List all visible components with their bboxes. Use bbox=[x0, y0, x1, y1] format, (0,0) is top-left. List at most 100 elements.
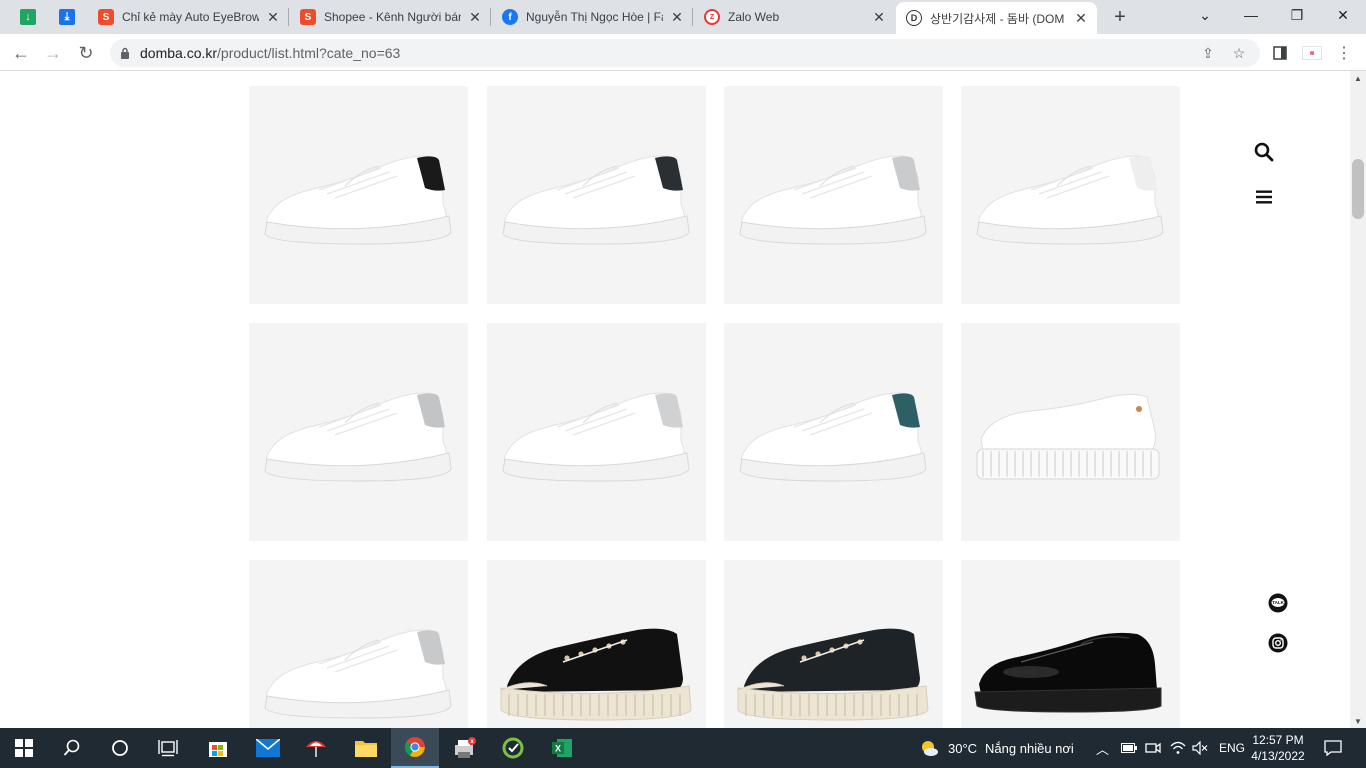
new-tab-button[interactable]: + bbox=[1108, 5, 1132, 29]
notification-center-button[interactable] bbox=[1324, 728, 1342, 768]
address-bar[interactable]: domba.co.kr/product/list.html?cate_no=63… bbox=[110, 39, 1260, 67]
product-card[interactable] bbox=[961, 86, 1180, 304]
tab-0[interactable]: S Chỉ kẻ mày Auto EyeBrow ✕ bbox=[88, 0, 289, 34]
tab-2[interactable]: f Nguyễn Thị Ngọc Hòe | Fa ✕ bbox=[492, 0, 693, 34]
product-image bbox=[264, 392, 452, 482]
tab-title: Zalo Web bbox=[728, 10, 780, 24]
tab-3[interactable]: Z Zalo Web ✕ bbox=[694, 0, 895, 34]
cortana-button[interactable] bbox=[96, 728, 144, 768]
scrollbar-thumb[interactable] bbox=[1352, 159, 1364, 219]
pinned-tab-install[interactable]: ⤓ bbox=[56, 6, 78, 28]
start-button[interactable] bbox=[0, 728, 48, 768]
side-panel-icon[interactable] bbox=[1269, 42, 1291, 64]
tab-title: Chỉ kẻ mày Auto EyeBrow bbox=[122, 10, 259, 24]
arrow-left-icon: ← bbox=[12, 42, 30, 63]
sun-cloud-icon bbox=[922, 741, 938, 756]
printer-app-button[interactable]: x bbox=[440, 728, 488, 768]
volume-muted-icon[interactable] bbox=[1192, 728, 1208, 768]
clock-time: 12:57 PM bbox=[1252, 733, 1304, 747]
product-card[interactable] bbox=[249, 560, 468, 728]
search-button[interactable] bbox=[48, 728, 96, 768]
install-icon: ⤓ bbox=[59, 9, 75, 25]
excel-button[interactable]: X bbox=[538, 728, 586, 768]
url-host: domba.co.kr bbox=[140, 45, 218, 61]
pinned-tab-download[interactable]: ↓ bbox=[17, 6, 39, 28]
lock-icon bbox=[110, 47, 140, 59]
kakao-talk-icon[interactable]: TALK bbox=[1267, 592, 1289, 614]
clock-date: 4/13/2022 bbox=[1251, 749, 1305, 763]
chrome-button[interactable] bbox=[391, 728, 439, 768]
product-card[interactable] bbox=[249, 86, 468, 304]
search-icon[interactable] bbox=[1252, 140, 1276, 164]
share-icon[interactable]: ⇪ bbox=[1199, 44, 1217, 62]
reload-icon: ↻ bbox=[78, 42, 94, 63]
browser-toolbar: ← → ↻ domba.co.kr/product/list.html?cate… bbox=[0, 34, 1366, 71]
product-card[interactable] bbox=[487, 323, 706, 541]
restore-button[interactable]: ❐ bbox=[1274, 0, 1320, 30]
menu-button[interactable]: ⋮ bbox=[1333, 42, 1355, 64]
wifi-icon[interactable] bbox=[1170, 728, 1186, 768]
close-icon[interactable]: ✕ bbox=[1073, 10, 1089, 26]
close-icon[interactable]: ✕ bbox=[265, 9, 281, 25]
store-icon bbox=[209, 742, 227, 757]
mail-button[interactable] bbox=[244, 728, 292, 768]
notification-icon bbox=[1324, 740, 1342, 756]
tab-1[interactable]: S Shopee - Kênh Người bán ✕ bbox=[290, 0, 491, 34]
product-card[interactable] bbox=[724, 86, 943, 304]
product-card[interactable] bbox=[724, 323, 943, 541]
product-card[interactable] bbox=[487, 560, 706, 728]
show-hidden-icons-button[interactable]: ︿ bbox=[1096, 728, 1109, 768]
chevron-up-icon: ︿ bbox=[1096, 741, 1110, 757]
product-image bbox=[264, 629, 452, 719]
meet-now-icon[interactable] bbox=[1145, 728, 1161, 768]
scroll-down-icon[interactable]: ▼ bbox=[1350, 714, 1366, 728]
minimize-icon: — bbox=[1244, 7, 1258, 23]
facebook-icon: f bbox=[502, 9, 518, 25]
file-explorer-button[interactable] bbox=[342, 728, 390, 768]
back-button[interactable]: ← bbox=[8, 40, 34, 66]
reload-button[interactable]: ↻ bbox=[73, 40, 99, 66]
svg-text:TALK: TALK bbox=[1272, 600, 1284, 605]
product-card[interactable] bbox=[487, 86, 706, 304]
product-card[interactable] bbox=[724, 560, 943, 728]
close-icon[interactable]: ✕ bbox=[467, 9, 483, 25]
page-scrollbar[interactable]: ▲ ▼ bbox=[1350, 71, 1366, 728]
tab-title: Shopee - Kênh Người bán bbox=[324, 10, 461, 24]
instagram-icon[interactable] bbox=[1267, 632, 1289, 654]
profile-avatar[interactable]: ≋ bbox=[1301, 42, 1323, 64]
product-image bbox=[737, 628, 929, 721]
tab-search-button[interactable]: ⌄ bbox=[1182, 0, 1228, 30]
svg-text:X: X bbox=[555, 744, 561, 754]
product-list-page: TALK bbox=[0, 71, 1350, 728]
product-image bbox=[502, 155, 690, 245]
close-window-button[interactable]: ✕ bbox=[1320, 0, 1366, 30]
input-language[interactable]: ENG bbox=[1219, 728, 1245, 768]
restore-icon: ❐ bbox=[1290, 6, 1304, 23]
product-image bbox=[264, 155, 452, 245]
tab-strip: ↓ ⤓ S Chỉ kẻ mày Auto EyeBrow ✕ S Shopee… bbox=[0, 0, 1366, 34]
app-button[interactable] bbox=[292, 728, 340, 768]
star-icon[interactable]: ☆ bbox=[1230, 44, 1248, 62]
more-vert-icon: ⋮ bbox=[1336, 45, 1352, 62]
clock[interactable]: 12:57 PM 4/13/2022 bbox=[1246, 732, 1310, 764]
battery-icon[interactable] bbox=[1121, 728, 1137, 768]
task-view-button[interactable] bbox=[144, 728, 192, 768]
weather-text: Nắng nhiều nơi bbox=[985, 740, 1074, 756]
arrow-right-icon: → bbox=[44, 42, 62, 63]
scroll-up-icon[interactable]: ▲ bbox=[1350, 71, 1366, 85]
forward-button[interactable]: → bbox=[40, 40, 66, 66]
microsoft-store-button[interactable] bbox=[194, 728, 242, 768]
product-card[interactable] bbox=[249, 323, 468, 541]
tab-4-active[interactable]: D 상반기감사제 - 돔바 (DOM ✕ bbox=[896, 2, 1097, 34]
green-app-button[interactable] bbox=[489, 728, 537, 768]
excel-icon: X bbox=[552, 739, 572, 757]
umbrella-app-icon bbox=[306, 741, 326, 757]
product-card[interactable] bbox=[961, 323, 1180, 541]
close-icon[interactable]: ✕ bbox=[669, 9, 685, 25]
hamburger-menu-icon[interactable] bbox=[1252, 185, 1276, 209]
close-icon[interactable]: ✕ bbox=[871, 9, 887, 25]
tab-title: Nguyễn Thị Ngọc Hòe | Fa bbox=[526, 10, 663, 24]
minimize-button[interactable]: — bbox=[1228, 0, 1274, 30]
product-card[interactable] bbox=[961, 560, 1180, 728]
weather-widget[interactable]: 30°C Nắng nhiều nơi bbox=[918, 728, 1074, 768]
